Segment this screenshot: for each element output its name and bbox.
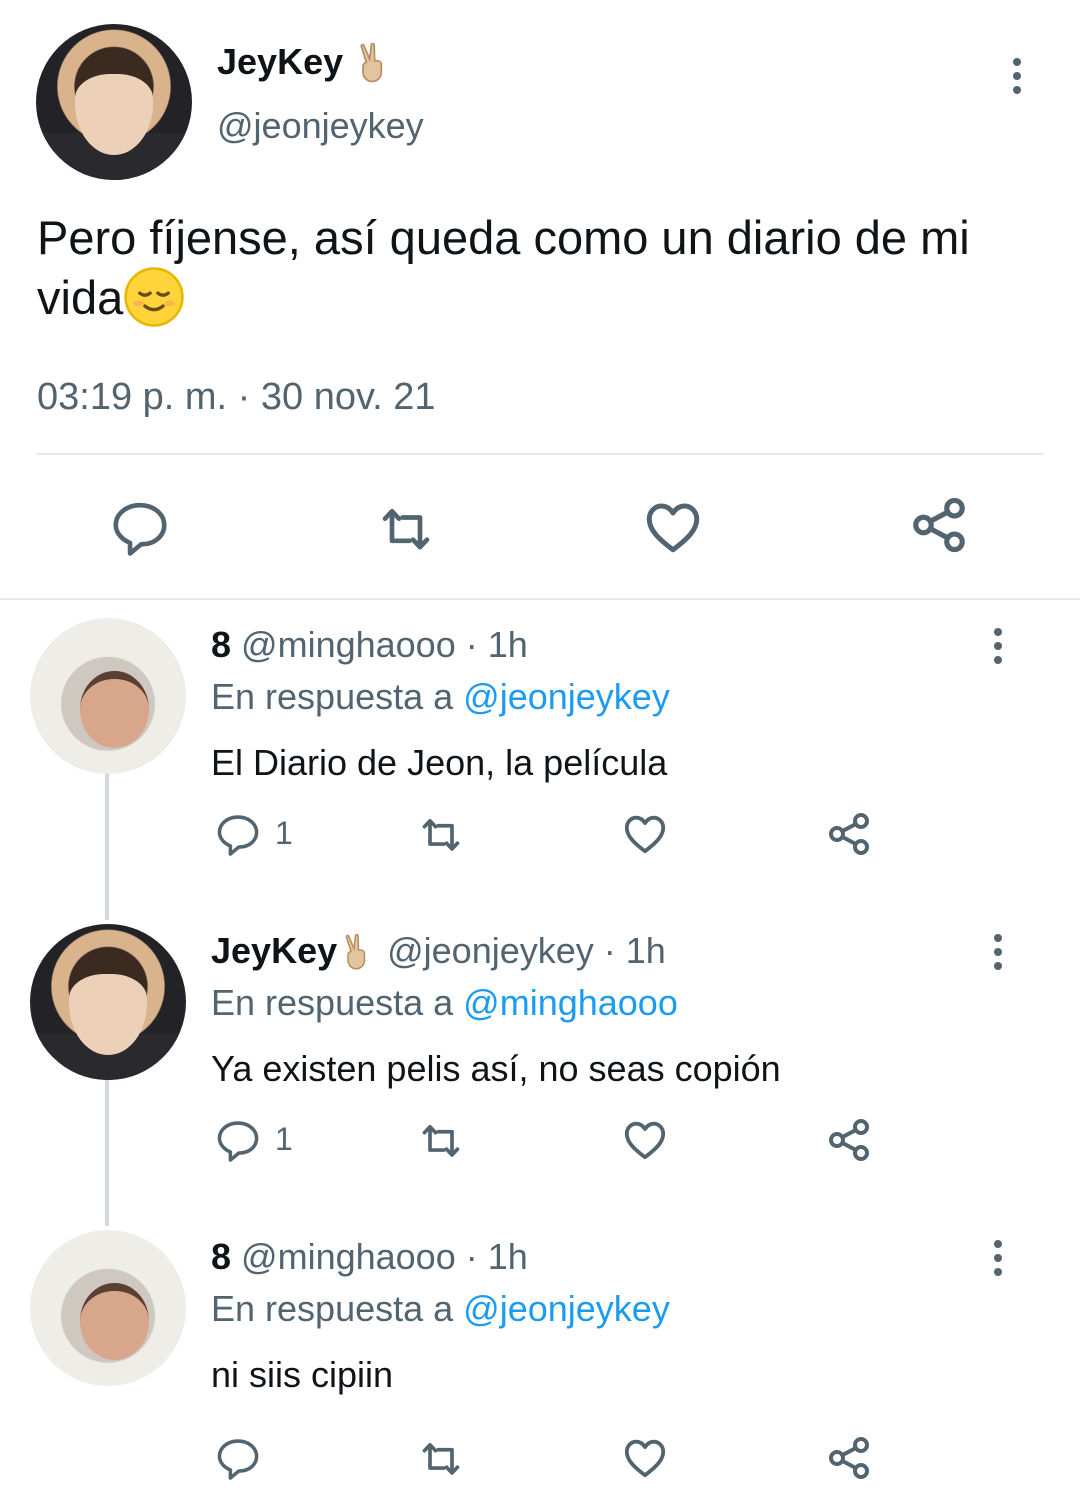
reply-prefix: En respuesta a <box>211 982 454 1023</box>
retweet-button[interactable] <box>374 500 438 556</box>
author-name-text[interactable]: JeyKey <box>217 41 343 82</box>
retweet-button[interactable] <box>415 1118 467 1162</box>
retweet-icon <box>422 818 460 851</box>
like-button[interactable] <box>621 810 669 856</box>
reply-context: En respuesta a @minghaooo <box>211 980 678 1026</box>
reply-prefix: En respuesta a <box>211 1288 454 1329</box>
reply-tweet: 8 @minghaooo · 1h En respuesta a @jeonje… <box>0 1230 1080 1512</box>
author-handle[interactable]: @jeonjeykey <box>217 104 424 148</box>
reply-count: 1 <box>275 814 293 851</box>
more-options-icon[interactable] <box>993 934 1003 970</box>
share-button[interactable] <box>825 810 873 858</box>
reply-actions: 1 <box>211 1116 891 1164</box>
author-handle[interactable]: @jeonjeykey <box>387 930 594 971</box>
avatar[interactable] <box>36 24 192 180</box>
main-tweet: JeyKey @jeonjeykey Pero fíjense, así que… <box>0 0 1080 600</box>
reply-context: En respuesta a @jeonjeykey <box>211 674 670 720</box>
like-icon <box>624 815 666 854</box>
like-icon <box>624 1121 666 1160</box>
like-button[interactable] <box>642 496 704 556</box>
share-icon <box>908 494 970 556</box>
reply-icon <box>110 496 170 556</box>
like-icon <box>642 496 704 556</box>
author-name[interactable]: JeyKey <box>211 930 337 971</box>
reply-button[interactable] <box>215 1434 261 1480</box>
reply-to-link[interactable]: @jeonjeykey <box>463 676 670 717</box>
reply-actions: 1 <box>211 810 891 858</box>
author-name[interactable]: 8 <box>211 1236 231 1277</box>
avatar[interactable] <box>30 1230 186 1386</box>
reply-text: ni siis cipiin <box>211 1354 394 1395</box>
like-button[interactable] <box>621 1116 669 1162</box>
reply-context: En respuesta a @jeonjeykey <box>211 1286 670 1332</box>
avatar[interactable] <box>30 618 186 774</box>
reply-actions <box>211 1434 891 1482</box>
reply-icon <box>217 1439 259 1480</box>
reply-button[interactable]: 1 <box>215 810 293 856</box>
reply-header: JeyKey @jeonjeykey · 1h <box>211 928 666 974</box>
retweet-button[interactable] <box>415 812 467 856</box>
share-icon <box>829 813 869 855</box>
reply-count: 1 <box>275 1120 293 1157</box>
reply-text: El Diario de Jeon, la película <box>211 742 668 783</box>
reply-tweet: 8 @minghaooo · 1h En respuesta a @jeonje… <box>0 618 1080 902</box>
reply-icon <box>217 1121 259 1162</box>
more-options-icon[interactable] <box>1012 58 1022 94</box>
reply-button[interactable] <box>110 496 170 556</box>
retweet-icon <box>422 1124 460 1157</box>
tweet-timestamp[interactable]: 03:19 p. m. · 30 nov. 21 <box>37 374 436 420</box>
reply-text: Ya existen pelis así, no seas copión <box>211 1048 781 1089</box>
author-name[interactable]: JeyKey <box>217 40 393 86</box>
reply-time[interactable]: · 1h <box>466 1236 528 1277</box>
more-options-icon[interactable] <box>993 1240 1003 1276</box>
author-handle[interactable]: @minghaooo <box>241 1236 456 1277</box>
share-icon <box>829 1119 869 1161</box>
avatar[interactable] <box>30 924 186 1080</box>
share-button[interactable] <box>825 1116 873 1164</box>
reply-prefix: En respuesta a <box>211 676 454 717</box>
retweet-icon <box>374 500 438 556</box>
reply-time[interactable]: · 1h <box>466 624 528 665</box>
retweet-icon <box>422 1442 460 1475</box>
more-options-icon[interactable] <box>993 628 1003 664</box>
victory-hand-icon <box>360 43 383 83</box>
like-icon <box>624 1439 666 1478</box>
like-button[interactable] <box>621 1434 669 1480</box>
share-button[interactable] <box>825 1434 873 1482</box>
retweet-button[interactable] <box>415 1436 467 1480</box>
reply-header: 8 @minghaooo · 1h <box>211 622 528 668</box>
victory-hand-icon <box>345 934 366 970</box>
reply-time[interactable]: · 1h <box>604 930 666 971</box>
reply-to-link[interactable]: @minghaooo <box>463 982 678 1023</box>
share-button[interactable] <box>908 494 970 556</box>
author-handle[interactable]: @minghaooo <box>241 624 456 665</box>
reply-icon <box>217 815 259 856</box>
divider <box>36 453 1044 455</box>
section-divider <box>0 598 1080 600</box>
relieved-face-icon <box>124 266 185 327</box>
author-name[interactable]: 8 <box>211 624 231 665</box>
reply-to-link[interactable]: @jeonjeykey <box>463 1288 670 1329</box>
reply-header: 8 @minghaooo · 1h <box>211 1234 528 1280</box>
reply-tweet: JeyKey @jeonjeykey · 1h En respuesta a @m… <box>0 924 1080 1208</box>
tweet-text: Pero fíjense, así queda como un diario d… <box>37 208 1047 328</box>
reply-button[interactable]: 1 <box>215 1116 293 1162</box>
share-icon <box>829 1437 869 1479</box>
